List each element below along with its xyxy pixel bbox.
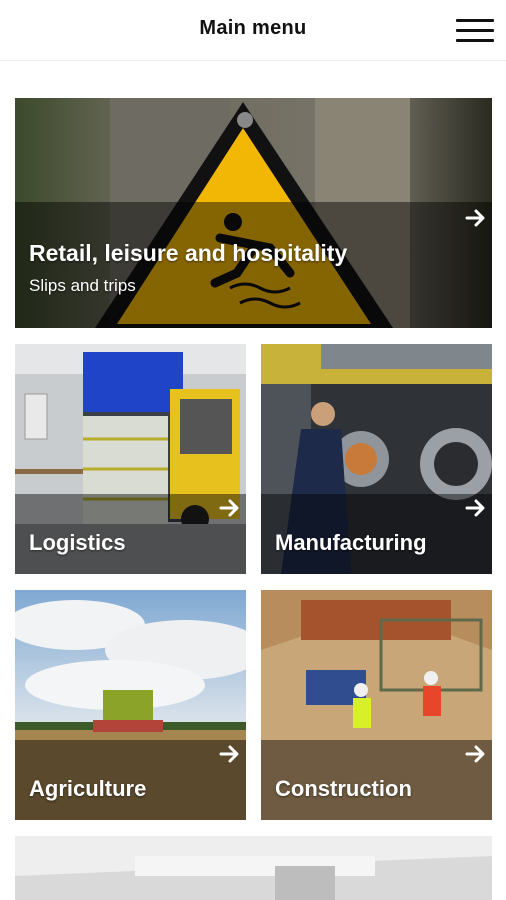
arrow-right-icon [465,745,485,763]
hamburger-menu-icon[interactable] [456,18,496,44]
arrow-right-icon [465,209,485,227]
office-interior-image [15,836,492,900]
arrow-right-icon [465,499,485,517]
tile-title: Agriculture [29,776,147,801]
category-tile-agriculture[interactable]: Agriculture [15,590,246,820]
category-tile-partial[interactable] [15,836,492,900]
category-tile-retail[interactable]: Retail, leisure and hospitality Slips an… [15,98,492,328]
arrow-right-icon [219,745,239,763]
tile-title: Construction [275,776,412,801]
tile-title: Retail, leisure and hospitality [29,240,348,266]
page-title: Main menu [199,17,307,39]
app-bar: Main menu [0,0,506,61]
category-tile-manufacturing[interactable]: Manufacturing [261,344,492,574]
tile-title: Manufacturing [275,530,427,555]
category-tile-construction[interactable]: Construction [261,590,492,820]
tile-title: Logistics [29,530,126,555]
tile-subtitle: Slips and trips [29,276,136,295]
arrow-right-icon [219,499,239,517]
category-tile-logistics[interactable]: Logistics [15,344,246,574]
